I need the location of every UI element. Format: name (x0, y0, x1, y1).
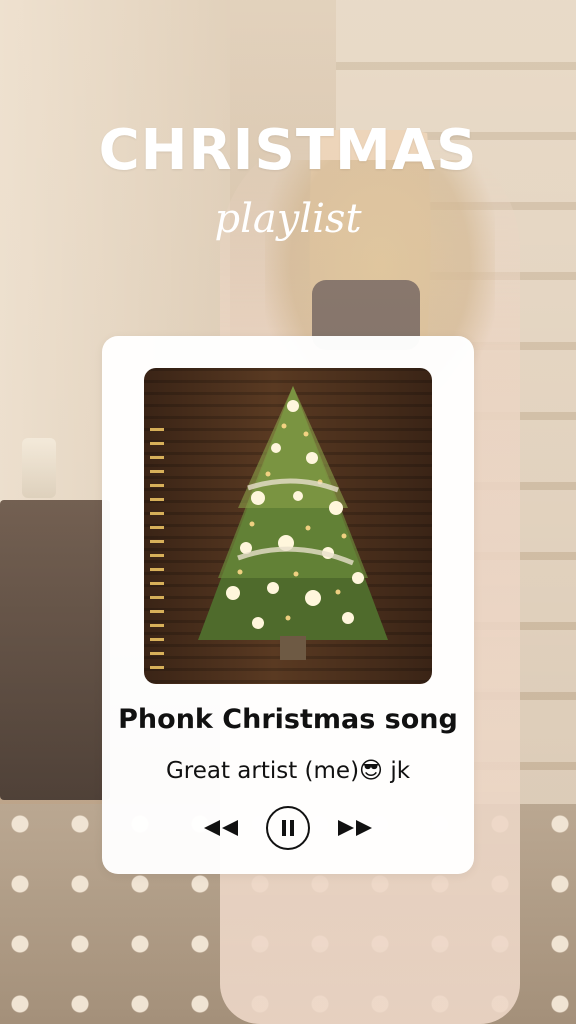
next-button[interactable] (332, 806, 376, 850)
previous-button[interactable] (200, 806, 244, 850)
playlist-subtitle: playlist (214, 196, 362, 242)
pause-icon (282, 820, 294, 836)
album-art-string-lights (150, 428, 164, 678)
song-title: Phonk Christmas song (118, 704, 458, 735)
playback-controls (102, 804, 474, 852)
playlist-title: CHRISTMAS (98, 118, 478, 183)
christmas-tree-image (198, 386, 388, 660)
music-player-card: Phonk Christmas song Great artist (me)😎 … (102, 336, 474, 874)
album-art (144, 368, 432, 684)
artist-name: Great artist (me)😎 jk (165, 758, 411, 784)
pause-button[interactable] (266, 806, 310, 850)
story-screen: CHRISTMAS playlist Phonk Christmas song … (0, 0, 576, 1024)
rewind-icon (204, 820, 238, 836)
fast-forward-icon (338, 820, 372, 836)
